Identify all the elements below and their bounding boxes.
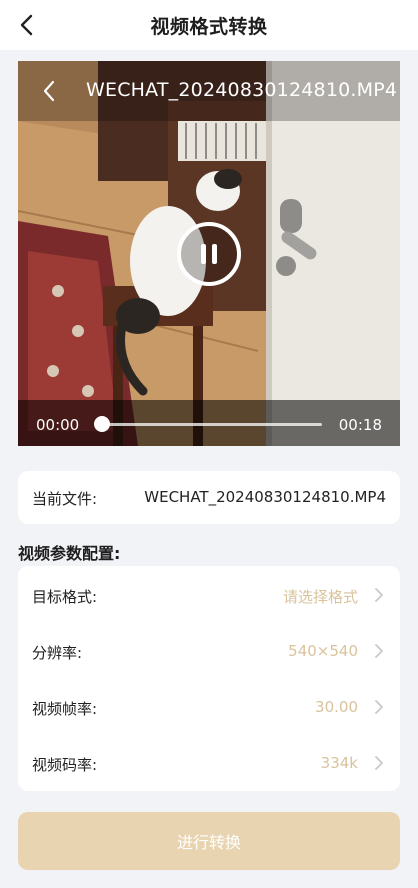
video-title: WECHAT_20240830124810.MP4: [86, 79, 398, 101]
progress-knob[interactable]: [94, 416, 110, 432]
page-title: 视频格式转换: [150, 16, 268, 38]
chevron-right-icon: [375, 644, 383, 658]
row-label: 视频帧率:: [32, 700, 98, 718]
current-file-card: 当前文件: WECHAT_20240830124810.MP4: [18, 471, 400, 524]
chevron-right-icon: [375, 756, 383, 770]
row-value: 30.00: [315, 698, 358, 716]
video-config-card: 目标格式: 请选择格式 分辨率: 540×540 视频帧率: 30.00 视频码…: [18, 566, 400, 791]
row-bitrate[interactable]: 视频码率: 334k: [18, 735, 400, 791]
video-back-button[interactable]: [34, 76, 64, 106]
current-file-value: WECHAT_20240830124810.MP4: [144, 488, 386, 506]
current-file-label: 当前文件:: [32, 490, 98, 508]
convert-button[interactable]: 进行转换: [18, 812, 400, 870]
chevron-right-icon: [375, 588, 383, 602]
current-time: 00:00: [36, 416, 80, 434]
duration-time: 00:18: [338, 416, 382, 434]
row-label: 目标格式:: [32, 588, 98, 606]
row-label: 视频码率:: [32, 756, 98, 774]
row-value: 540×540: [288, 642, 358, 660]
pause-icon: [201, 244, 206, 264]
section-title: 视频参数配置:: [18, 544, 121, 563]
row-target-format[interactable]: 目标格式: 请选择格式: [18, 567, 400, 623]
row-value: 334k: [320, 754, 358, 772]
progress-track[interactable]: [102, 423, 322, 426]
pause-icon-bar: [212, 244, 217, 264]
top-bar: 视频格式转换: [0, 0, 418, 50]
pause-button[interactable]: [177, 222, 241, 286]
row-label: 分辨率:: [32, 644, 83, 662]
row-resolution[interactable]: 分辨率: 540×540: [18, 623, 400, 679]
chevron-right-icon: [375, 700, 383, 714]
chevron-left-icon: [43, 80, 55, 102]
row-value: 请选择格式: [282, 588, 358, 606]
row-frame-rate[interactable]: 视频帧率: 30.00: [18, 679, 400, 735]
